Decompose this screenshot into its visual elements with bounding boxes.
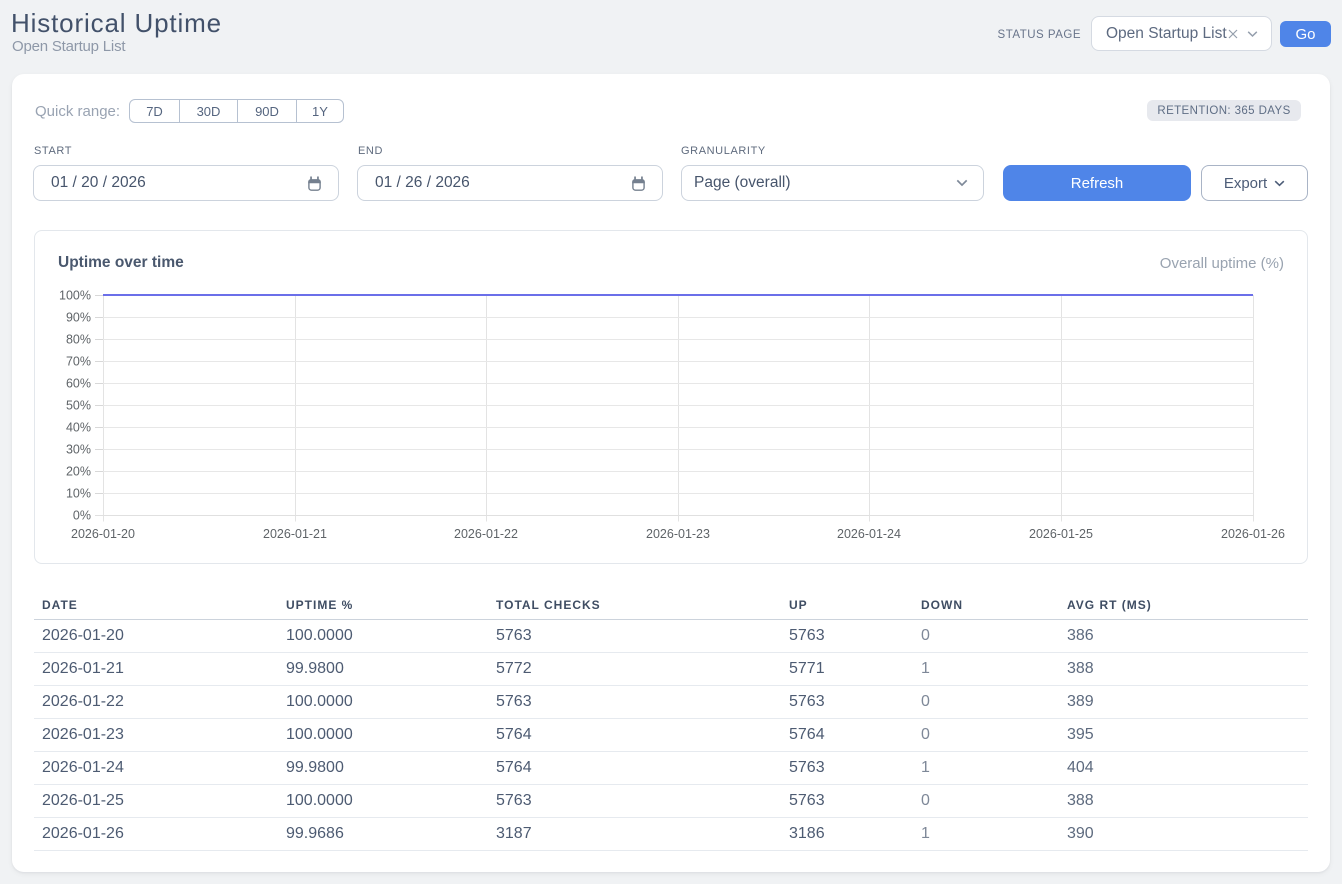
svg-text:2026-01-26: 2026-01-26	[1221, 527, 1285, 541]
svg-text:0%: 0%	[73, 509, 91, 523]
svg-text:10%: 10%	[66, 487, 91, 501]
svg-text:20%: 20%	[66, 465, 91, 479]
svg-text:60%: 60%	[66, 377, 91, 391]
svg-text:2026-01-20: 2026-01-20	[71, 527, 135, 541]
svg-text:80%: 80%	[66, 333, 91, 347]
svg-text:2026-01-22: 2026-01-22	[454, 527, 518, 541]
svg-text:2026-01-25: 2026-01-25	[1029, 527, 1093, 541]
svg-text:2026-01-24: 2026-01-24	[837, 527, 901, 541]
svg-text:40%: 40%	[66, 421, 91, 435]
svg-text:30%: 30%	[66, 443, 91, 457]
svg-text:100%: 100%	[59, 289, 91, 303]
svg-text:50%: 50%	[66, 399, 91, 413]
svg-text:2026-01-23: 2026-01-23	[646, 527, 710, 541]
svg-text:70%: 70%	[66, 355, 91, 369]
svg-text:2026-01-21: 2026-01-21	[263, 527, 327, 541]
svg-text:90%: 90%	[66, 311, 91, 325]
